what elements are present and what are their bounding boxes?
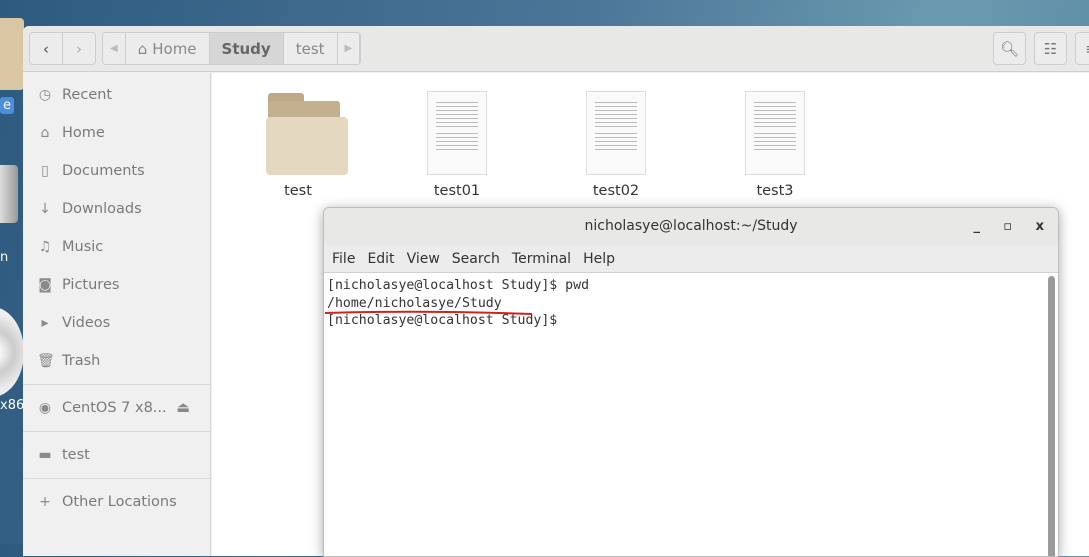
download-icon: ↓	[39, 201, 51, 217]
menu-view[interactable]: View	[407, 251, 440, 267]
terminal-output[interactable]: [nicholasye@localhost Study]$ pwd /home/…	[324, 273, 1058, 334]
red-underline-annotation	[324, 310, 533, 315]
plus-icon: +	[39, 494, 51, 510]
view-toggle-button[interactable]: ☷	[1034, 32, 1067, 65]
sidebar-item-home[interactable]: ⌂ Home	[23, 114, 210, 152]
list-view-icon: ☷	[1043, 39, 1058, 58]
text-file-icon	[586, 91, 646, 175]
breadcrumb: ◀ ⌂ Home Study test ▶	[102, 32, 362, 65]
file-name: test01	[433, 183, 481, 199]
file-name: test3	[756, 183, 794, 199]
maximize-button[interactable]: ▫	[1003, 208, 1012, 245]
desktop-label[interactable]: e	[0, 97, 14, 114]
menu-search[interactable]: Search	[452, 251, 500, 267]
music-icon: ♫	[38, 239, 52, 255]
terminal-titlebar[interactable]: nicholasye@localhost:~/Study _ ▫ x	[324, 208, 1058, 245]
folder-icon: ▬	[38, 447, 52, 463]
document-icon: ▯	[41, 163, 49, 179]
sidebar-item-label: Music	[62, 239, 104, 255]
desktop-disc-icon[interactable]	[0, 307, 24, 397]
home-icon: ⌂	[137, 39, 148, 58]
header-bar: ‹ › ◀ ⌂Home Study test ▶ 🔍︎ ☷ ≡	[23, 26, 1089, 72]
breadcrumb-home[interactable]: ⌂ Home	[125, 33, 210, 64]
file-name: test02	[592, 183, 640, 199]
sidebar: ◷ Recent ⌂ Home ▯ Documents ↓ Downloads ♫ Mus…	[23, 73, 211, 556]
menu-edit[interactable]: Edit	[367, 251, 394, 267]
terminal-menubar: File Edit View Search Terminal Help	[324, 245, 1058, 273]
eject-icon[interactable]: ⏏	[176, 400, 190, 416]
scrollbar[interactable]	[1048, 276, 1055, 556]
home-icon: ⌂	[40, 125, 50, 141]
sidebar-item-test[interactable]: ▬ test	[23, 432, 210, 478]
sidebar-item-label: CentOS 7 x8...	[62, 400, 167, 416]
file-item-text[interactable]: test01	[412, 91, 502, 199]
sidebar-item-label: Downloads	[62, 201, 142, 217]
breadcrumb-test[interactable]: test	[283, 33, 338, 64]
breadcrumb-label: Home	[152, 39, 197, 58]
sidebar-item-label: Trash	[62, 353, 101, 369]
close-button[interactable]: x	[1036, 208, 1044, 245]
hamburger-icon: ≡	[1085, 40, 1089, 58]
sidebar-item-downloads[interactable]: ↓ Downloads	[23, 190, 210, 228]
terminal-window: nicholasye@localhost:~/Study _ ▫ x File …	[323, 207, 1059, 557]
trash-icon: 🗑︎	[37, 353, 55, 369]
clock-icon: ◷	[38, 87, 52, 103]
sidebar-item-videos[interactable]: ▸ Videos	[23, 304, 210, 342]
search-icon: 🔍︎	[999, 39, 1020, 58]
menu-terminal[interactable]: Terminal	[512, 251, 571, 267]
terminal-line: [nicholasye@localhost Study]$ pwd	[327, 278, 590, 293]
desktop-home-icon[interactable]	[0, 18, 24, 90]
sidebar-item-label: Recent	[62, 87, 113, 103]
sidebar-item-label: Other Locations	[62, 494, 177, 510]
sidebar-item-label: Videos	[62, 315, 111, 331]
desktop-trash-icon[interactable]	[0, 165, 18, 223]
menu-button[interactable]: ≡	[1075, 32, 1089, 65]
sidebar-item-label: test	[62, 447, 90, 463]
video-icon: ▸	[41, 315, 49, 331]
sidebar-item-label: Documents	[62, 163, 145, 179]
sidebar-item-pictures[interactable]: ◙ Pictures	[23, 266, 210, 304]
sidebar-item-documents[interactable]: ▯ Documents	[23, 152, 210, 190]
file-item-text[interactable]: test3	[730, 91, 820, 199]
file-item-folder[interactable]: test	[253, 91, 348, 199]
breadcrumb-scroll-right[interactable]: ▶	[337, 33, 361, 64]
sidebar-item-music[interactable]: ♫ Music	[23, 228, 210, 266]
sidebar-item-recent[interactable]: ◷ Recent	[23, 76, 210, 114]
menu-help[interactable]: Help	[583, 251, 615, 267]
terminal-title: nicholasye@localhost:~/Study	[584, 218, 798, 234]
breadcrumb-scroll-left[interactable]: ◀	[103, 33, 126, 64]
minimize-button[interactable]: _	[974, 208, 981, 245]
forward-button[interactable]: ›	[62, 32, 96, 65]
text-file-icon	[745, 91, 805, 175]
desktop-label: n	[0, 250, 9, 265]
text-file-icon	[427, 91, 487, 175]
folder-icon	[256, 91, 348, 175]
sidebar-item-centos[interactable]: ◉ CentOS 7 x8... ⏏	[23, 385, 210, 431]
sidebar-item-label: Pictures	[62, 277, 120, 293]
search-button[interactable]: 🔍︎	[993, 32, 1026, 65]
camera-icon: ◙	[38, 277, 52, 293]
file-item-text[interactable]: test02	[571, 91, 661, 199]
menu-file[interactable]: File	[332, 251, 355, 267]
sidebar-item-other-locations[interactable]: + Other Locations	[23, 479, 210, 525]
back-button[interactable]: ‹	[29, 32, 63, 65]
file-name: test	[284, 183, 312, 199]
sidebar-item-trash[interactable]: 🗑︎ Trash	[23, 342, 210, 380]
sidebar-item-label: Home	[62, 125, 105, 141]
disc-icon: ◉	[38, 400, 52, 416]
breadcrumb-study[interactable]: Study	[209, 33, 284, 64]
